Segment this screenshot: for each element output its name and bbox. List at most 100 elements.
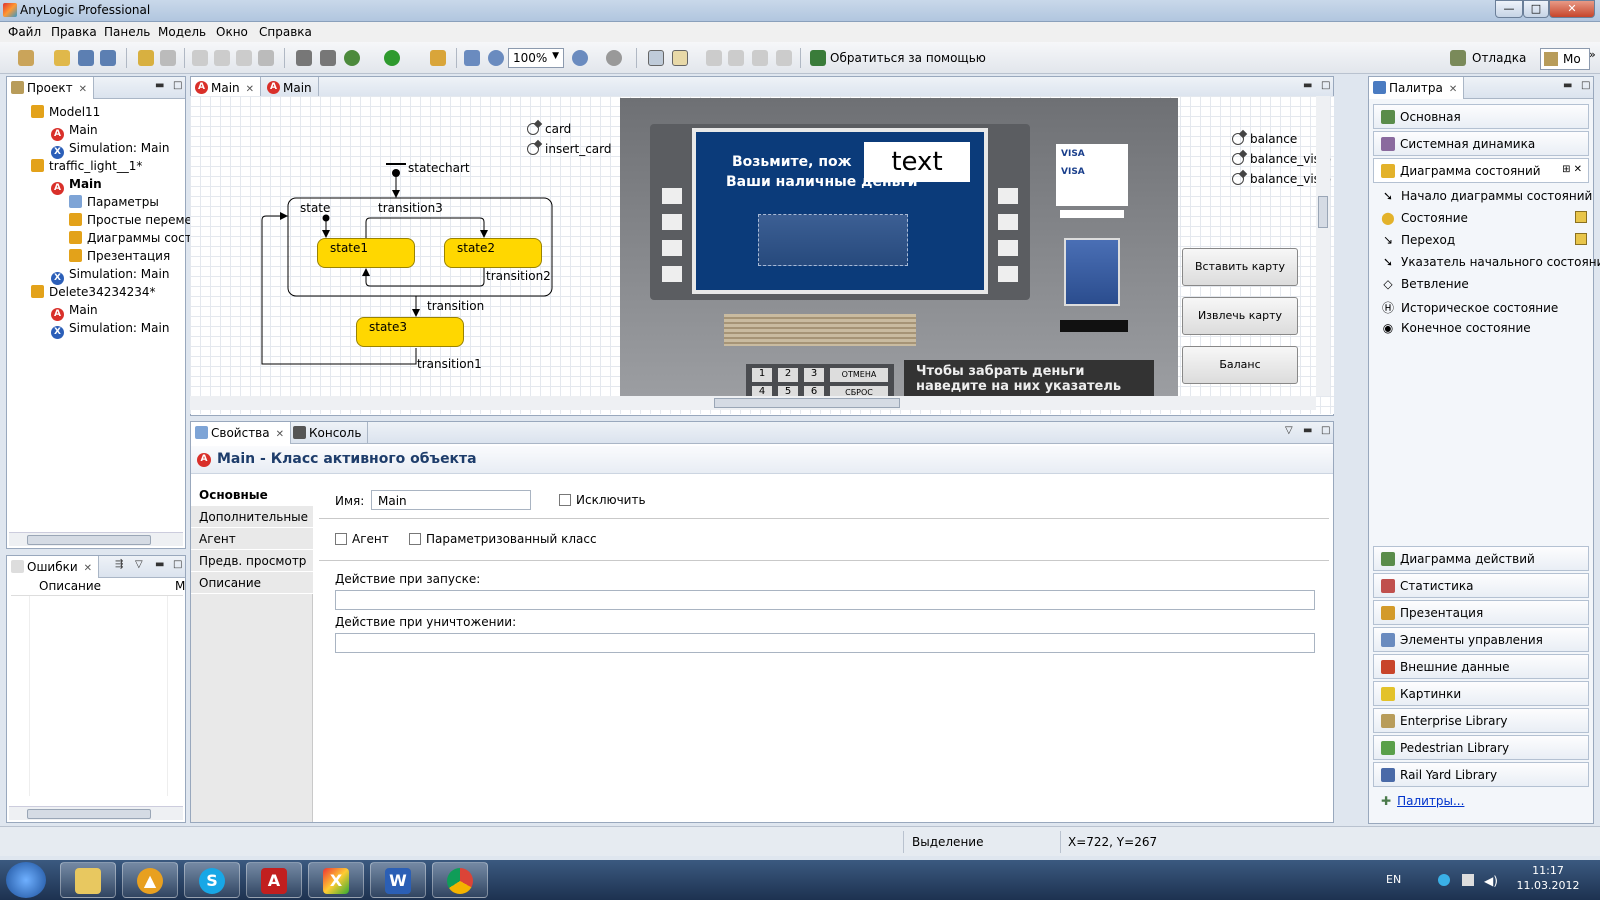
- close-icon[interactable]: ✕: [246, 84, 254, 95]
- tree-item[interactable]: traffic_light__1*: [31, 159, 142, 173]
- zoom-out-icon[interactable]: [488, 50, 504, 66]
- on-destroy-field[interactable]: [335, 633, 1315, 653]
- help-button[interactable]: Обратиться за помощью: [830, 51, 986, 65]
- view-menu-icon[interactable]: ▽: [1285, 425, 1293, 436]
- close-icon[interactable]: ⊞ ✕: [1562, 164, 1582, 175]
- state3[interactable]: state3: [356, 317, 464, 347]
- nav-general[interactable]: Основные: [191, 484, 313, 506]
- maximize-icon[interactable]: □: [173, 80, 182, 91]
- pin-icon[interactable]: [606, 50, 622, 66]
- edit-icon[interactable]: [1575, 233, 1587, 245]
- debug-perspective-button[interactable]: Отладка: [1472, 51, 1526, 65]
- undo-icon[interactable]: [138, 50, 154, 66]
- tray-icon[interactable]: [1438, 874, 1450, 886]
- close-icon[interactable]: ✕: [84, 563, 92, 574]
- exclude-checkbox[interactable]: Исключить: [559, 493, 646, 507]
- nav-description[interactable]: Описание: [191, 572, 313, 594]
- horizontal-scrollbar[interactable]: [9, 532, 183, 546]
- state1[interactable]: state1: [317, 238, 415, 268]
- tree-item[interactable]: Delete34234234*: [31, 285, 156, 299]
- scroll-thumb[interactable]: [27, 535, 151, 545]
- maximize-icon[interactable]: □: [1321, 425, 1330, 436]
- close-icon[interactable]: ✕: [1449, 84, 1457, 95]
- nav-agent[interactable]: Агент: [191, 528, 313, 550]
- minimize-icon[interactable]: ▬: [155, 80, 164, 91]
- variable-insert-card[interactable]: insert_card: [527, 142, 612, 156]
- palette-item-state[interactable]: ⬤ Состояние: [1381, 211, 1468, 225]
- eject-card-button[interactable]: Извлечь карту: [1182, 297, 1298, 335]
- scroll-thumb[interactable]: [714, 398, 900, 408]
- parametrized-checkbox[interactable]: Параметризованный класс: [409, 532, 597, 546]
- taskbar-word[interactable]: W: [370, 862, 426, 898]
- paste-icon[interactable]: [236, 50, 252, 66]
- save-icon[interactable]: [78, 50, 94, 66]
- tree-item[interactable]: X Simulation: Main: [51, 141, 169, 159]
- column-m[interactable]: М: [175, 579, 185, 593]
- view-menu-icon[interactable]: ▽: [135, 559, 143, 570]
- palette-section-enterprise[interactable]: Enterprise Library: [1373, 708, 1589, 733]
- palette-section-action-chart[interactable]: Диаграмма действий: [1373, 546, 1589, 571]
- close-icon[interactable]: ✕: [79, 84, 87, 95]
- tree-item-selected[interactable]: A Main: [51, 177, 102, 195]
- palette-section-pedestrian[interactable]: Pedestrian Library: [1373, 735, 1589, 760]
- tab-properties[interactable]: Свойства ✕: [191, 422, 291, 444]
- insert-card-button[interactable]: Вставить карту: [1182, 248, 1298, 286]
- palette-section-external-data[interactable]: Внешние данные: [1373, 654, 1589, 679]
- taskbar-app[interactable]: X: [308, 862, 364, 898]
- palette-item-transition[interactable]: ↘ Переход: [1381, 233, 1455, 247]
- tool-icon[interactable]: [430, 50, 446, 66]
- transition-label[interactable]: transition: [427, 299, 484, 313]
- edit-icon[interactable]: [1575, 211, 1587, 223]
- horizontal-scrollbar[interactable]: [9, 806, 183, 820]
- align-icon[interactable]: [706, 50, 722, 66]
- ungroup-icon[interactable]: [776, 50, 792, 66]
- scroll-thumb[interactable]: [27, 809, 151, 819]
- snap-icon[interactable]: [672, 50, 688, 66]
- maximize-icon[interactable]: □: [173, 559, 182, 570]
- palette-section-presentation[interactable]: Презентация: [1373, 600, 1589, 625]
- save-all-icon[interactable]: [100, 50, 116, 66]
- build-icon[interactable]: [296, 50, 312, 66]
- palettes-link[interactable]: ✚ Палитры...: [1381, 794, 1464, 808]
- build-all-icon[interactable]: [320, 50, 336, 66]
- palette-section-controls[interactable]: Элементы управления: [1373, 627, 1589, 652]
- menu-model[interactable]: Модель: [158, 25, 206, 39]
- palette-section-statechart[interactable]: Диаграмма состояний ⊞ ✕: [1373, 158, 1589, 183]
- variable-card[interactable]: card: [527, 122, 571, 136]
- tree-item[interactable]: A Main: [51, 303, 98, 321]
- tree-item[interactable]: A Main: [51, 123, 98, 141]
- transition3-label[interactable]: transition3: [378, 201, 443, 215]
- palette-section-rail-yard[interactable]: Rail Yard Library: [1373, 762, 1589, 787]
- new-model-icon[interactable]: [18, 50, 34, 66]
- atm-image[interactable]: Возьмите, пож Ваши наличные деньги text …: [620, 98, 1178, 398]
- variable-balance[interactable]: balance: [1232, 132, 1297, 146]
- tab-project[interactable]: Проект ✕: [7, 77, 94, 99]
- tree-item[interactable]: Параметры: [69, 195, 159, 209]
- close-icon[interactable]: ✕: [276, 429, 284, 440]
- nav-advanced[interactable]: Дополнительные: [191, 506, 313, 528]
- agent-checkbox[interactable]: Агент: [335, 532, 389, 546]
- minimize-button[interactable]: —: [1495, 0, 1523, 18]
- column-description[interactable]: Описание: [39, 579, 101, 593]
- clock[interactable]: 11:17 11.03.2012: [1516, 864, 1580, 892]
- balance-button[interactable]: Баланс: [1182, 346, 1298, 384]
- statechart-label[interactable]: statechart: [408, 161, 470, 175]
- scroll-thumb[interactable]: [1318, 196, 1328, 228]
- on-startup-field[interactable]: [335, 590, 1315, 610]
- close-button[interactable]: ✕: [1549, 0, 1595, 18]
- taskbar-anylogic[interactable]: ▲: [122, 862, 178, 898]
- tree-item[interactable]: Презентация: [69, 249, 170, 263]
- zoom-select[interactable]: 100% ▼: [508, 48, 564, 68]
- transition2-label[interactable]: transition2: [486, 269, 551, 283]
- model-perspective-button[interactable]: Mo: [1540, 48, 1590, 70]
- tree-item[interactable]: X Simulation: Main: [51, 321, 169, 339]
- more-icon[interactable]: »: [1589, 48, 1596, 61]
- run-icon[interactable]: [384, 50, 400, 66]
- redo-icon[interactable]: [160, 50, 176, 66]
- minimize-icon[interactable]: ▬: [155, 559, 164, 570]
- horizontal-scrollbar[interactable]: [190, 396, 1316, 410]
- zoom-fit-icon[interactable]: [464, 50, 480, 66]
- menu-file[interactable]: Файл: [8, 25, 41, 39]
- menu-panel[interactable]: Панель: [104, 25, 150, 39]
- minimize-icon[interactable]: ▬: [1563, 80, 1572, 91]
